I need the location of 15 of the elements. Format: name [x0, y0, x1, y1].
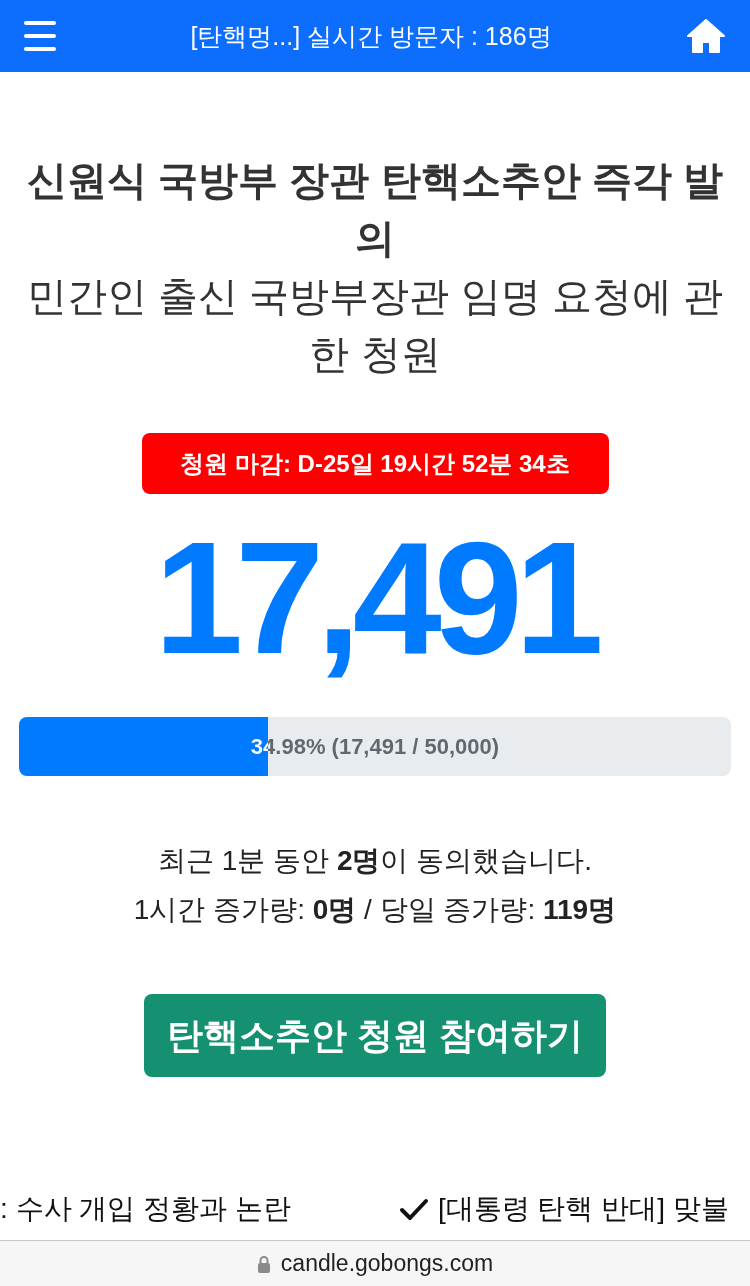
stats-text: 1시간 증가량: 0명 / 당일 증가량: 119명 [133, 893, 617, 927]
check-icon [398, 1196, 429, 1221]
ticker-link[interactable]: [대통령 탄핵 반대] 맞불 [437, 1187, 729, 1230]
menu-icon[interactable] [24, 21, 56, 51]
petition-subtitle: 민간인 출신 국방부장관 임명 요청에 관한 청원 [26, 273, 724, 378]
lock-icon [256, 1254, 271, 1273]
home-icon[interactable] [686, 18, 726, 54]
url-text[interactable]: candle.gobongs.com [280, 1246, 494, 1281]
petition-title: 신원식 국방부 장관 탄핵소추안 즉각 발의 [26, 157, 724, 262]
signature-count: 17,491 [154, 518, 596, 678]
join-petition-button[interactable]: 탄핵소추안 청원 참여하기 [144, 994, 606, 1077]
header-title: [탄핵멍...] 실시간 방문자 : 186명 [190, 23, 552, 49]
stats-text: 최근 1분 동안 2명이 동의했습니다. [157, 844, 592, 878]
deadline-badge: 청원 마감: D-25일 19시간 52분 34초 [141, 433, 609, 494]
ticker-link[interactable]: : 수사 개입 정황과 논란 [0, 1187, 291, 1230]
